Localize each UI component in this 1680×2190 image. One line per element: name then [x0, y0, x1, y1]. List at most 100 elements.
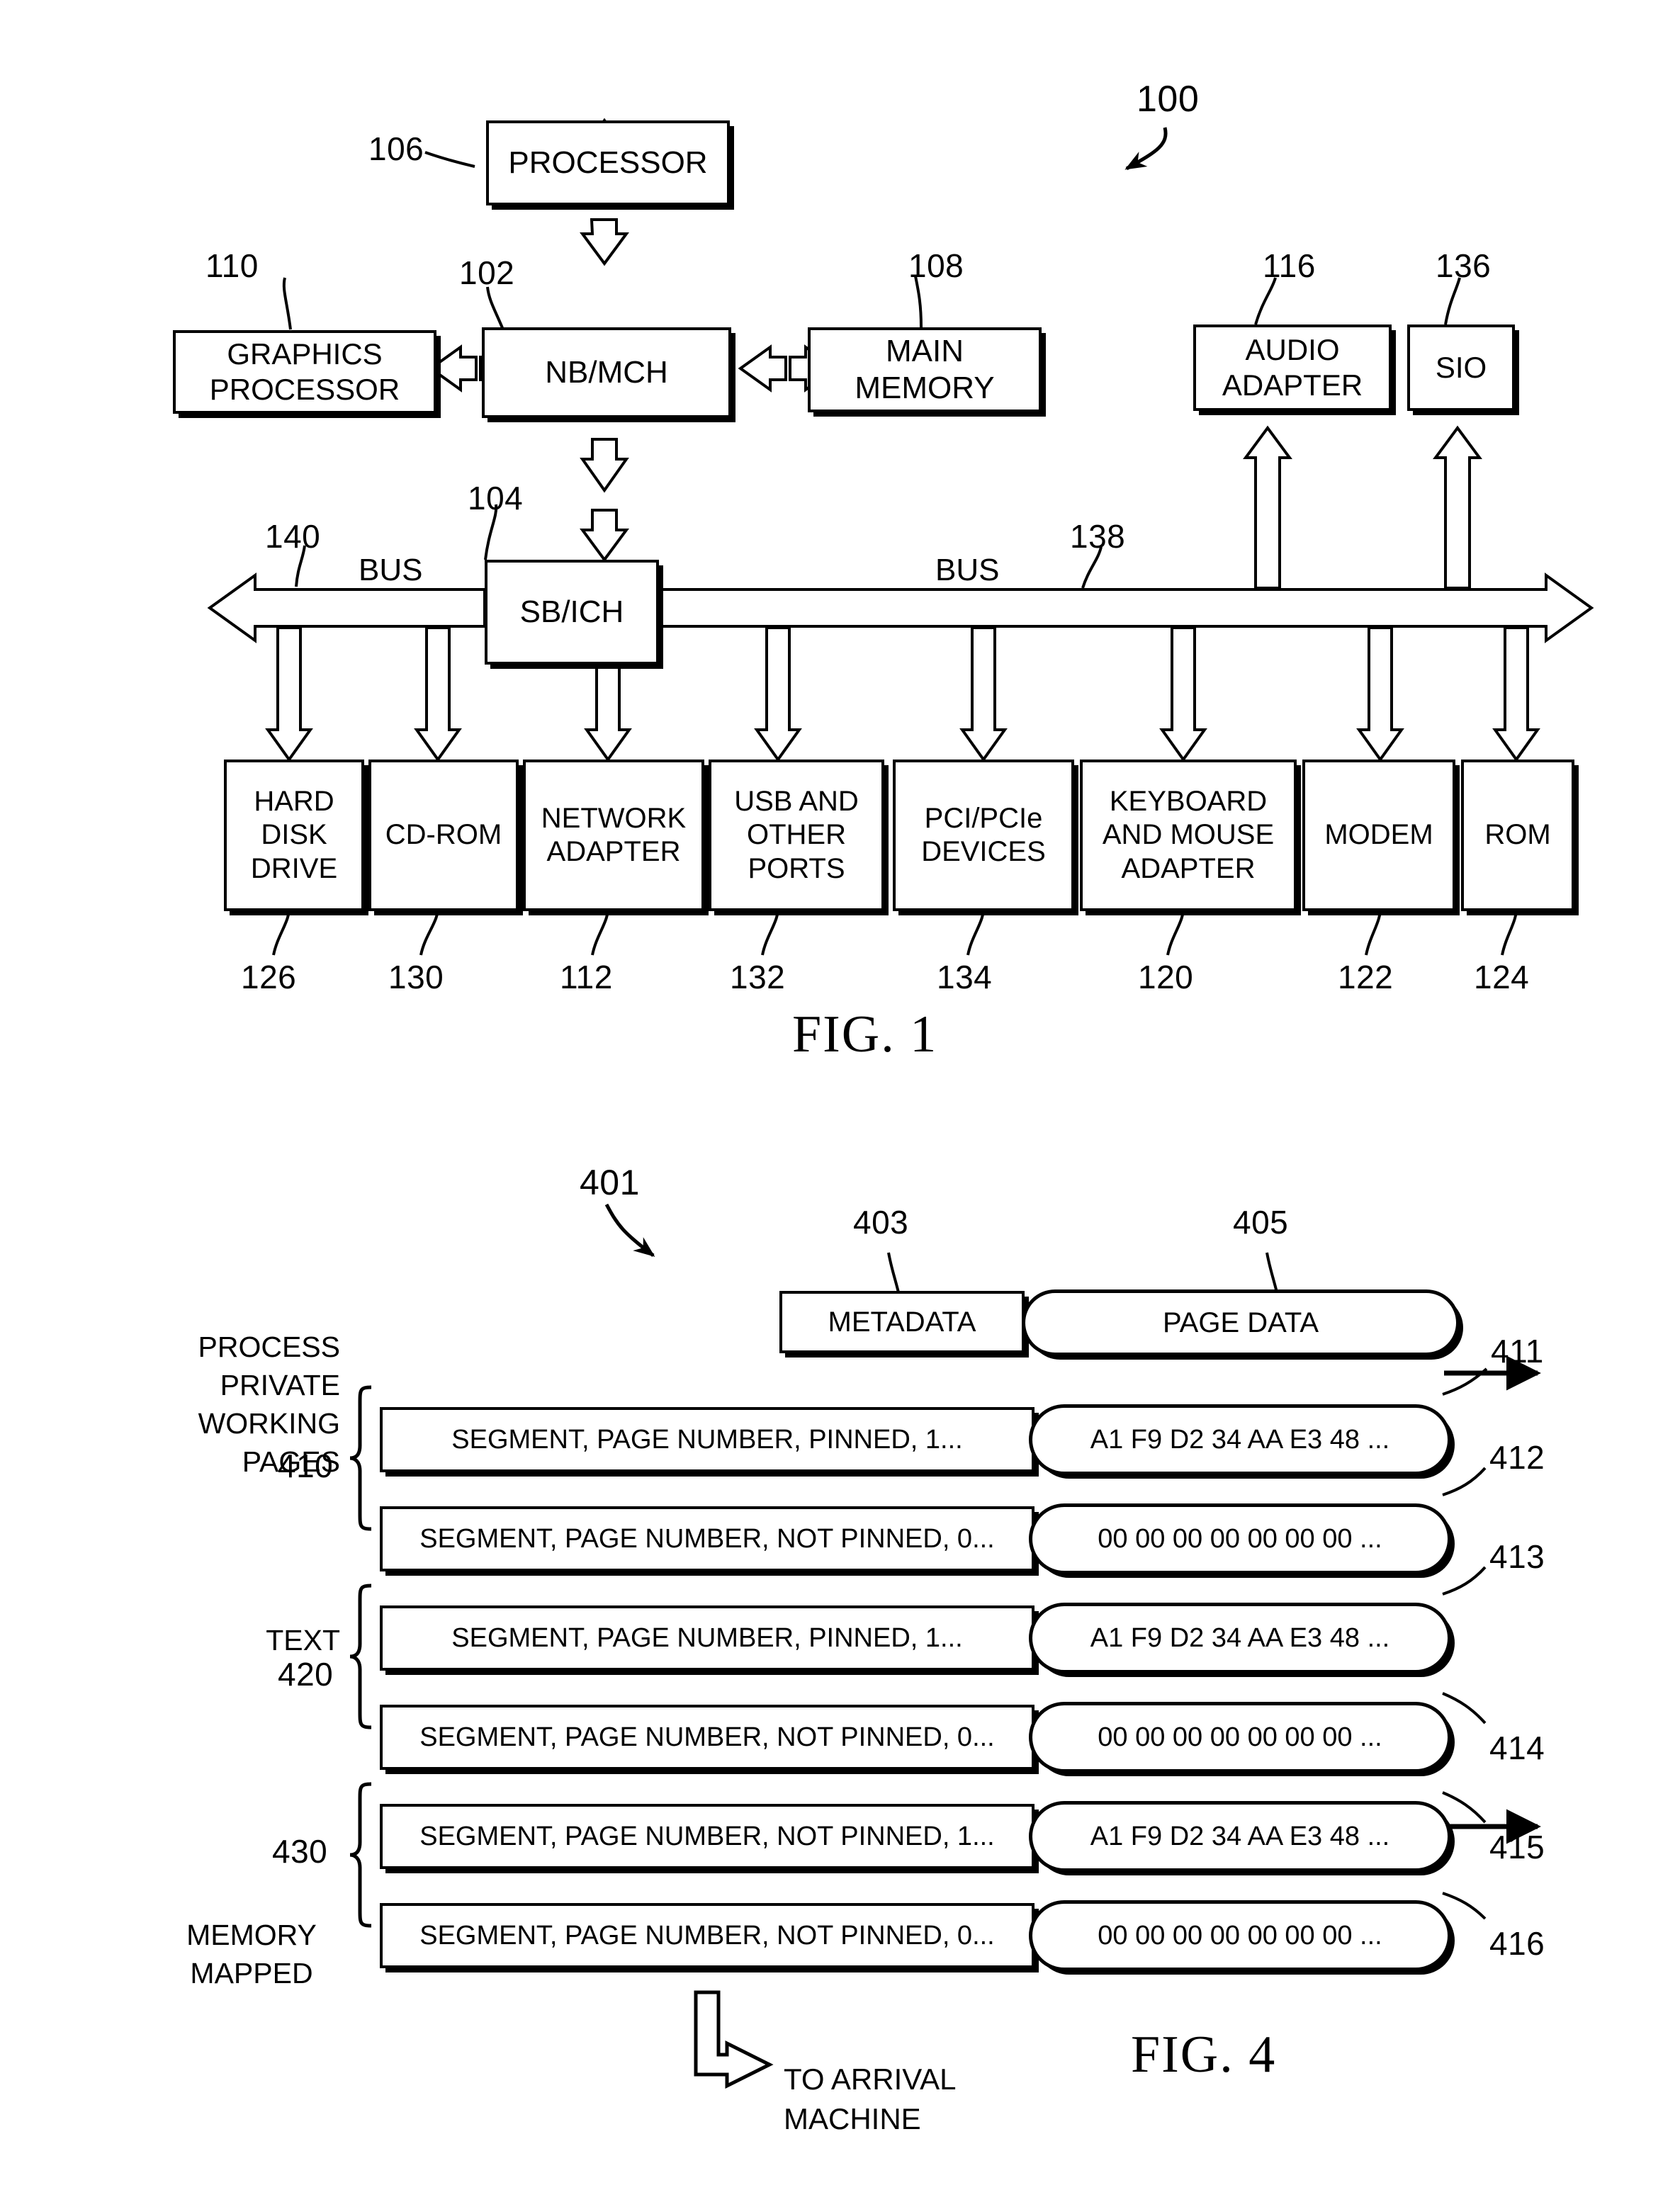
ref-112: 112	[560, 959, 613, 995]
ref-106: 106	[368, 130, 424, 167]
row-411-page-data: A1 F9 D2 34 AA E3 48 ...	[1029, 1404, 1451, 1475]
row-416-metadata: SEGMENT, PAGE NUMBER, NOT PINNED, 0...	[380, 1903, 1035, 1968]
patent-figure-sheet: PROCESSOR 106 GRAPHICS PROCESSOR 110 NB/…	[0, 0, 1680, 2190]
row-413-page-data: A1 F9 D2 34 AA E3 48 ...	[1029, 1603, 1451, 1673]
device-rom: ROM	[1461, 760, 1574, 911]
block-sb-ich: SB/ICH	[485, 560, 659, 665]
block-main-memory: MAIN MEMORY	[808, 327, 1042, 412]
row-411-metadata-label: SEGMENT, PAGE NUMBER, PINNED, 1...	[451, 1424, 963, 1455]
diagram-401-pointer	[604, 1203, 655, 1257]
bus-left-label: BUS	[359, 553, 423, 587]
device-rom-label: ROM	[1484, 819, 1551, 851]
bus-right-label: BUS	[935, 553, 1000, 587]
row-416-page-data: 00 00 00 00 00 00 00 ...	[1029, 1900, 1451, 1971]
row-416-page-data-label: 00 00 00 00 00 00 00 ...	[1098, 1920, 1382, 1951]
device-usb-and-other-ports-label: USB AND OTHER PORTS	[734, 786, 859, 884]
row-413-metadata-label: SEGMENT, PAGE NUMBER, PINNED, 1...	[451, 1622, 963, 1653]
ref-110: 110	[205, 247, 259, 284]
row-414-page-data-label: 00 00 00 00 00 00 00 ...	[1098, 1722, 1382, 1752]
ref-412: 412	[1489, 1439, 1545, 1476]
ref-401: 401	[580, 1163, 640, 1202]
device-cd-rom-label: CD-ROM	[385, 819, 502, 851]
ref-430: 430	[272, 1833, 328, 1870]
row-412-metadata: SEGMENT, PAGE NUMBER, NOT PINNED, 0...	[380, 1506, 1035, 1571]
device-hard-disk-drive: HARD DISK DRIVE	[224, 760, 364, 911]
device-cd-rom: CD-ROM	[368, 760, 519, 911]
ref-138: 138	[1070, 518, 1126, 555]
ref-136: 136	[1436, 247, 1492, 284]
ref-420: 420	[278, 1656, 334, 1693]
ref-411: 411	[1491, 1333, 1544, 1370]
row-415-metadata: SEGMENT, PAGE NUMBER, NOT PINNED, 1...	[380, 1804, 1035, 1869]
device-hard-disk-drive-label: HARD DISK DRIVE	[250, 786, 338, 884]
block-nb-mch-label: NB/MCH	[545, 355, 668, 390]
row-414-metadata: SEGMENT, PAGE NUMBER, NOT PINNED, 0...	[380, 1705, 1035, 1770]
ref-403: 403	[853, 1204, 909, 1241]
row-413-metadata: SEGMENT, PAGE NUMBER, PINNED, 1...	[380, 1605, 1035, 1671]
row-413-page-data-label: A1 F9 D2 34 AA E3 48 ...	[1090, 1622, 1390, 1653]
group-label-memory-mapped: MEMORY MAPPED	[162, 1878, 342, 1992]
ref-126: 126	[241, 959, 297, 995]
row-415-page-data-label: A1 F9 D2 34 AA E3 48 ...	[1090, 1821, 1390, 1851]
row-415-metadata-label: SEGMENT, PAGE NUMBER, NOT PINNED, 1...	[419, 1821, 995, 1851]
arrival-machine-note: TO ARRIVAL MACHINE	[784, 2021, 957, 2138]
device-modem-label: MODEM	[1324, 819, 1433, 851]
device-usb-and-other-ports: USB AND OTHER PORTS	[709, 760, 884, 911]
ref-102: 102	[459, 254, 515, 291]
ref-405: 405	[1233, 1204, 1289, 1241]
ref-100: 100	[1137, 79, 1200, 120]
row-411-metadata: SEGMENT, PAGE NUMBER, PINNED, 1...	[380, 1407, 1035, 1472]
ref-120: 120	[1138, 959, 1194, 995]
row-411-page-data-label: A1 F9 D2 34 AA E3 48 ...	[1090, 1424, 1390, 1455]
group-label-text: TEXT	[163, 1621, 340, 1659]
device-keyboard-and-mouse-adapter: KEYBOARD AND MOUSE ADAPTER	[1080, 760, 1297, 911]
figure1-caption: FIG. 1	[792, 1005, 938, 1063]
row-412-page-data-label: 00 00 00 00 00 00 00 ...	[1098, 1523, 1382, 1554]
block-graphics-processor: GRAPHICS PROCESSOR	[173, 330, 436, 414]
ref-116: 116	[1263, 247, 1316, 284]
row-412-metadata-label: SEGMENT, PAGE NUMBER, NOT PINNED, 0...	[419, 1523, 995, 1554]
ref-140: 140	[265, 518, 321, 555]
arrival-machine-arrow	[694, 1990, 774, 2089]
device-network-adapter: NETWORK ADAPTER	[523, 760, 704, 911]
row-414-metadata-label: SEGMENT, PAGE NUMBER, NOT PINNED, 0...	[419, 1722, 995, 1752]
ref-122: 122	[1338, 959, 1394, 995]
legend-metadata-label: METADATA	[828, 1306, 976, 1338]
ref-410: 410	[278, 1447, 334, 1484]
ref-414: 414	[1489, 1729, 1545, 1766]
legend-metadata: METADATA	[779, 1291, 1025, 1353]
block-processor: PROCESSOR	[486, 120, 730, 205]
ref-104: 104	[468, 480, 524, 517]
bus-device-arrows	[265, 626, 1540, 762]
block-processor-label: PROCESSOR	[508, 145, 708, 181]
row-412-page-data: 00 00 00 00 00 00 00 ...	[1029, 1503, 1451, 1574]
ref-415: 415	[1489, 1829, 1545, 1866]
device-network-adapter-label: NETWORK ADAPTER	[541, 802, 687, 867]
row-416-metadata-label: SEGMENT, PAGE NUMBER, NOT PINNED, 0...	[419, 1920, 995, 1951]
block-audio-adapter: AUDIO ADAPTER	[1193, 324, 1392, 411]
group-1-label: TEXT	[266, 1624, 340, 1656]
legend-page-data: PAGE DATA	[1022, 1289, 1460, 1356]
ref-132: 132	[730, 959, 786, 995]
system-100-pointer	[1124, 127, 1168, 171]
block-sio: SIO	[1407, 324, 1515, 411]
ref-134: 134	[937, 959, 993, 995]
arrival-machine-note-label: TO ARRIVAL MACHINE	[784, 2062, 957, 2135]
device-modem: MODEM	[1302, 760, 1455, 911]
block-sio-label: SIO	[1435, 351, 1487, 385]
ref-108: 108	[908, 247, 964, 284]
group-braces	[349, 1385, 372, 1928]
block-sb-ich-label: SB/ICH	[519, 594, 624, 630]
ref-413: 413	[1489, 1538, 1545, 1575]
row-415-page-data: A1 F9 D2 34 AA E3 48 ...	[1029, 1801, 1451, 1872]
row-414-page-data: 00 00 00 00 00 00 00 ...	[1029, 1702, 1451, 1773]
device-pci-pcie-devices-label: PCI/PCIe DEVICES	[921, 802, 1046, 867]
ref-124: 124	[1474, 959, 1530, 995]
device-pci-pcie-devices: PCI/PCIe DEVICES	[893, 760, 1074, 911]
block-audio-adapter-label: AUDIO ADAPTER	[1222, 333, 1363, 402]
ref-416: 416	[1489, 1925, 1545, 1962]
device-keyboard-and-mouse-adapter-label: KEYBOARD AND MOUSE ADAPTER	[1102, 786, 1275, 884]
group-2-label: MEMORY MAPPED	[186, 1919, 317, 1990]
block-main-memory-label: MAIN MEMORY	[855, 334, 995, 405]
block-nb-mch: NB/MCH	[482, 327, 731, 418]
